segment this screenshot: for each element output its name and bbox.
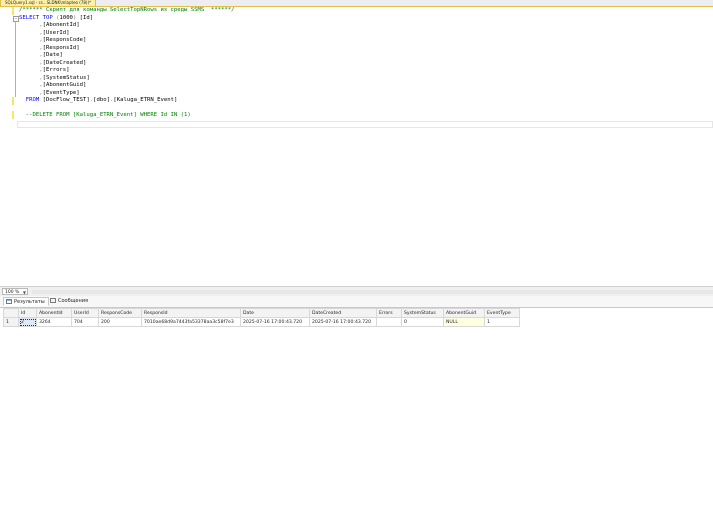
code-line[interactable]: ,[SystemStatus] (19, 75, 235, 83)
code-line[interactable]: ,[ResponsId] (19, 45, 235, 53)
change-marker (12, 111, 14, 119)
grid-cell[interactable]: NULL (443, 317, 485, 327)
tab-messages[interactable]: Сообщения (48, 297, 91, 306)
sql-code[interactable]: /****** Скрипт для команды SelectTopNRow… (19, 7, 235, 120)
column-header[interactable]: AbonentId (36, 308, 72, 318)
grid-cell[interactable] (376, 317, 402, 327)
code-line[interactable]: ,[ResponsCode] (19, 37, 235, 45)
message-icon (50, 298, 56, 303)
tab-results[interactable]: Результаты (3, 297, 49, 306)
code-line[interactable]: ,[AbonentGuid] (19, 82, 235, 90)
column-header[interactable]: Date (240, 308, 310, 318)
code-line[interactable]: ,[Date] (19, 52, 235, 60)
results-grid[interactable]: Id AbonentId UserId ResponsCode ResponsId Dat… (3, 308, 520, 327)
column-header[interactable]: AbonentGuid (443, 308, 485, 318)
code-line[interactable]: /****** Скрипт для команды SelectTopNRow… (19, 7, 235, 15)
code-line[interactable] (19, 105, 235, 113)
code-line[interactable]: --DELETE FROM [Kaluga_ETRN_Event] WHERE … (19, 112, 235, 120)
chevron-down-icon: ▼ (22, 290, 26, 295)
column-header[interactable]: Id (18, 308, 37, 318)
column-header[interactable]: DateCreated (309, 308, 377, 318)
grid-cell[interactable]: 200 (98, 317, 142, 327)
grid-cell[interactable]: 2025-07-16 17:00:43.720 (240, 317, 310, 327)
column-header[interactable]: ResponsCode (98, 308, 142, 318)
document-tabbar: SQLQuery1.sql - cs...SLDNK\mlapteo (78))… (0, 0, 713, 7)
row-number[interactable]: 1 (3, 317, 19, 327)
column-header[interactable]: EventType (484, 308, 520, 318)
change-marker (12, 7, 14, 15)
horizontal-scrollbar[interactable] (32, 290, 713, 294)
code-line[interactable]: SELECT TOP (1000) [Id] (19, 15, 235, 23)
query-editor[interactable]: − /****** Скрипт для команды SelectTopNR… (0, 7, 713, 286)
current-line-highlight (17, 121, 713, 128)
column-header[interactable]: ResponsId (141, 308, 241, 318)
column-header[interactable]: Errors (376, 308, 402, 318)
change-marker (12, 97, 14, 105)
code-line[interactable]: ,[Errors] (19, 67, 235, 75)
grid-cell[interactable]: 704 (71, 317, 99, 327)
column-header[interactable]: SystemStatus (401, 308, 444, 318)
results-pane: Id AbonentId UserId ResponsCode ResponsId Dat… (0, 308, 713, 512)
results-tabbar: Результаты Сообщения (0, 296, 713, 308)
code-line[interactable]: ,[UserId] (19, 30, 235, 38)
grid-cell[interactable]: 2 (18, 317, 37, 327)
grid-cell[interactable]: 1 (484, 317, 520, 327)
code-line[interactable]: ,[AbonentId] (19, 22, 235, 30)
grid-cell[interactable]: 7010ae68d9a7443fa53378aa3c58f7e3 (141, 317, 241, 327)
query-tab[interactable]: SQLQuery1.sql - cs...SLDNK\mlapteo (78))… (0, 0, 97, 7)
code-line[interactable]: FROM [DocFlow_TEST].[dbo].[Kaluga_ETRN_E… (19, 97, 235, 105)
code-line[interactable]: ,[EventType] (19, 90, 235, 98)
code-line[interactable]: ,[DateCreated] (19, 60, 235, 68)
grid-cell[interactable]: 0 (401, 317, 444, 327)
table-row[interactable]: 1 2 3264 704 200 7010ae68d9a7443fa53378aa3c58… (3, 317, 520, 327)
grid-icon (6, 299, 12, 304)
grid-cell[interactable]: 2025-07-16 17:00:43.720 (309, 317, 377, 327)
grid-corner[interactable] (3, 308, 19, 318)
fold-guide (15, 21, 16, 97)
grid-cell[interactable]: 3264 (36, 317, 72, 327)
column-header[interactable]: UserId (71, 308, 99, 318)
zoom-select[interactable]: 100 % ▼ (2, 288, 28, 295)
